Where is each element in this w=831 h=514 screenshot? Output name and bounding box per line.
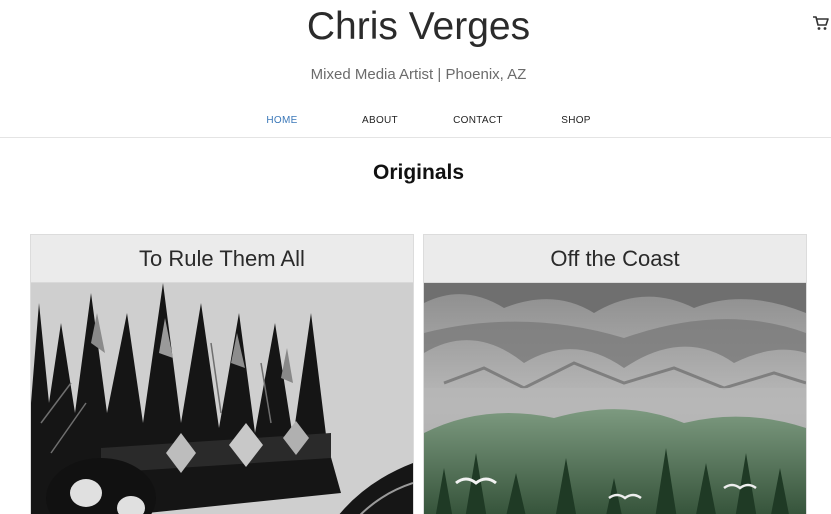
nav-item-contact[interactable]: CONTACT — [433, 111, 523, 131]
main-nav: HOME ABOUT CONTACT SHOP — [0, 111, 831, 131]
nav-item-about[interactable]: ABOUT — [335, 111, 425, 131]
shopping-cart-icon[interactable] — [812, 14, 830, 32]
nav-divider — [0, 137, 831, 138]
nav-item-shop[interactable]: SHOP — [531, 111, 621, 131]
nav-item-home[interactable]: HOME — [237, 111, 327, 131]
artwork-image-crown[interactable] — [31, 283, 413, 514]
section-title: Originals — [372, 161, 465, 184]
artwork-card-to-rule-them-all[interactable]: To Rule Them All — [30, 234, 414, 514]
site-title[interactable]: Chris Verges — [0, 4, 831, 50]
artwork-card-off-the-coast[interactable]: Off the Coast — [423, 234, 807, 514]
card-title[interactable]: To Rule Them All — [31, 235, 413, 283]
site-subtitle: Mixed Media Artist | Phoenix, AZ — [310, 66, 527, 83]
page: Chris Verges Mixed Media Artist | Phoeni… — [0, 0, 831, 514]
card-title[interactable]: Off the Coast — [424, 235, 806, 283]
artwork-image-coast[interactable] — [424, 283, 806, 514]
